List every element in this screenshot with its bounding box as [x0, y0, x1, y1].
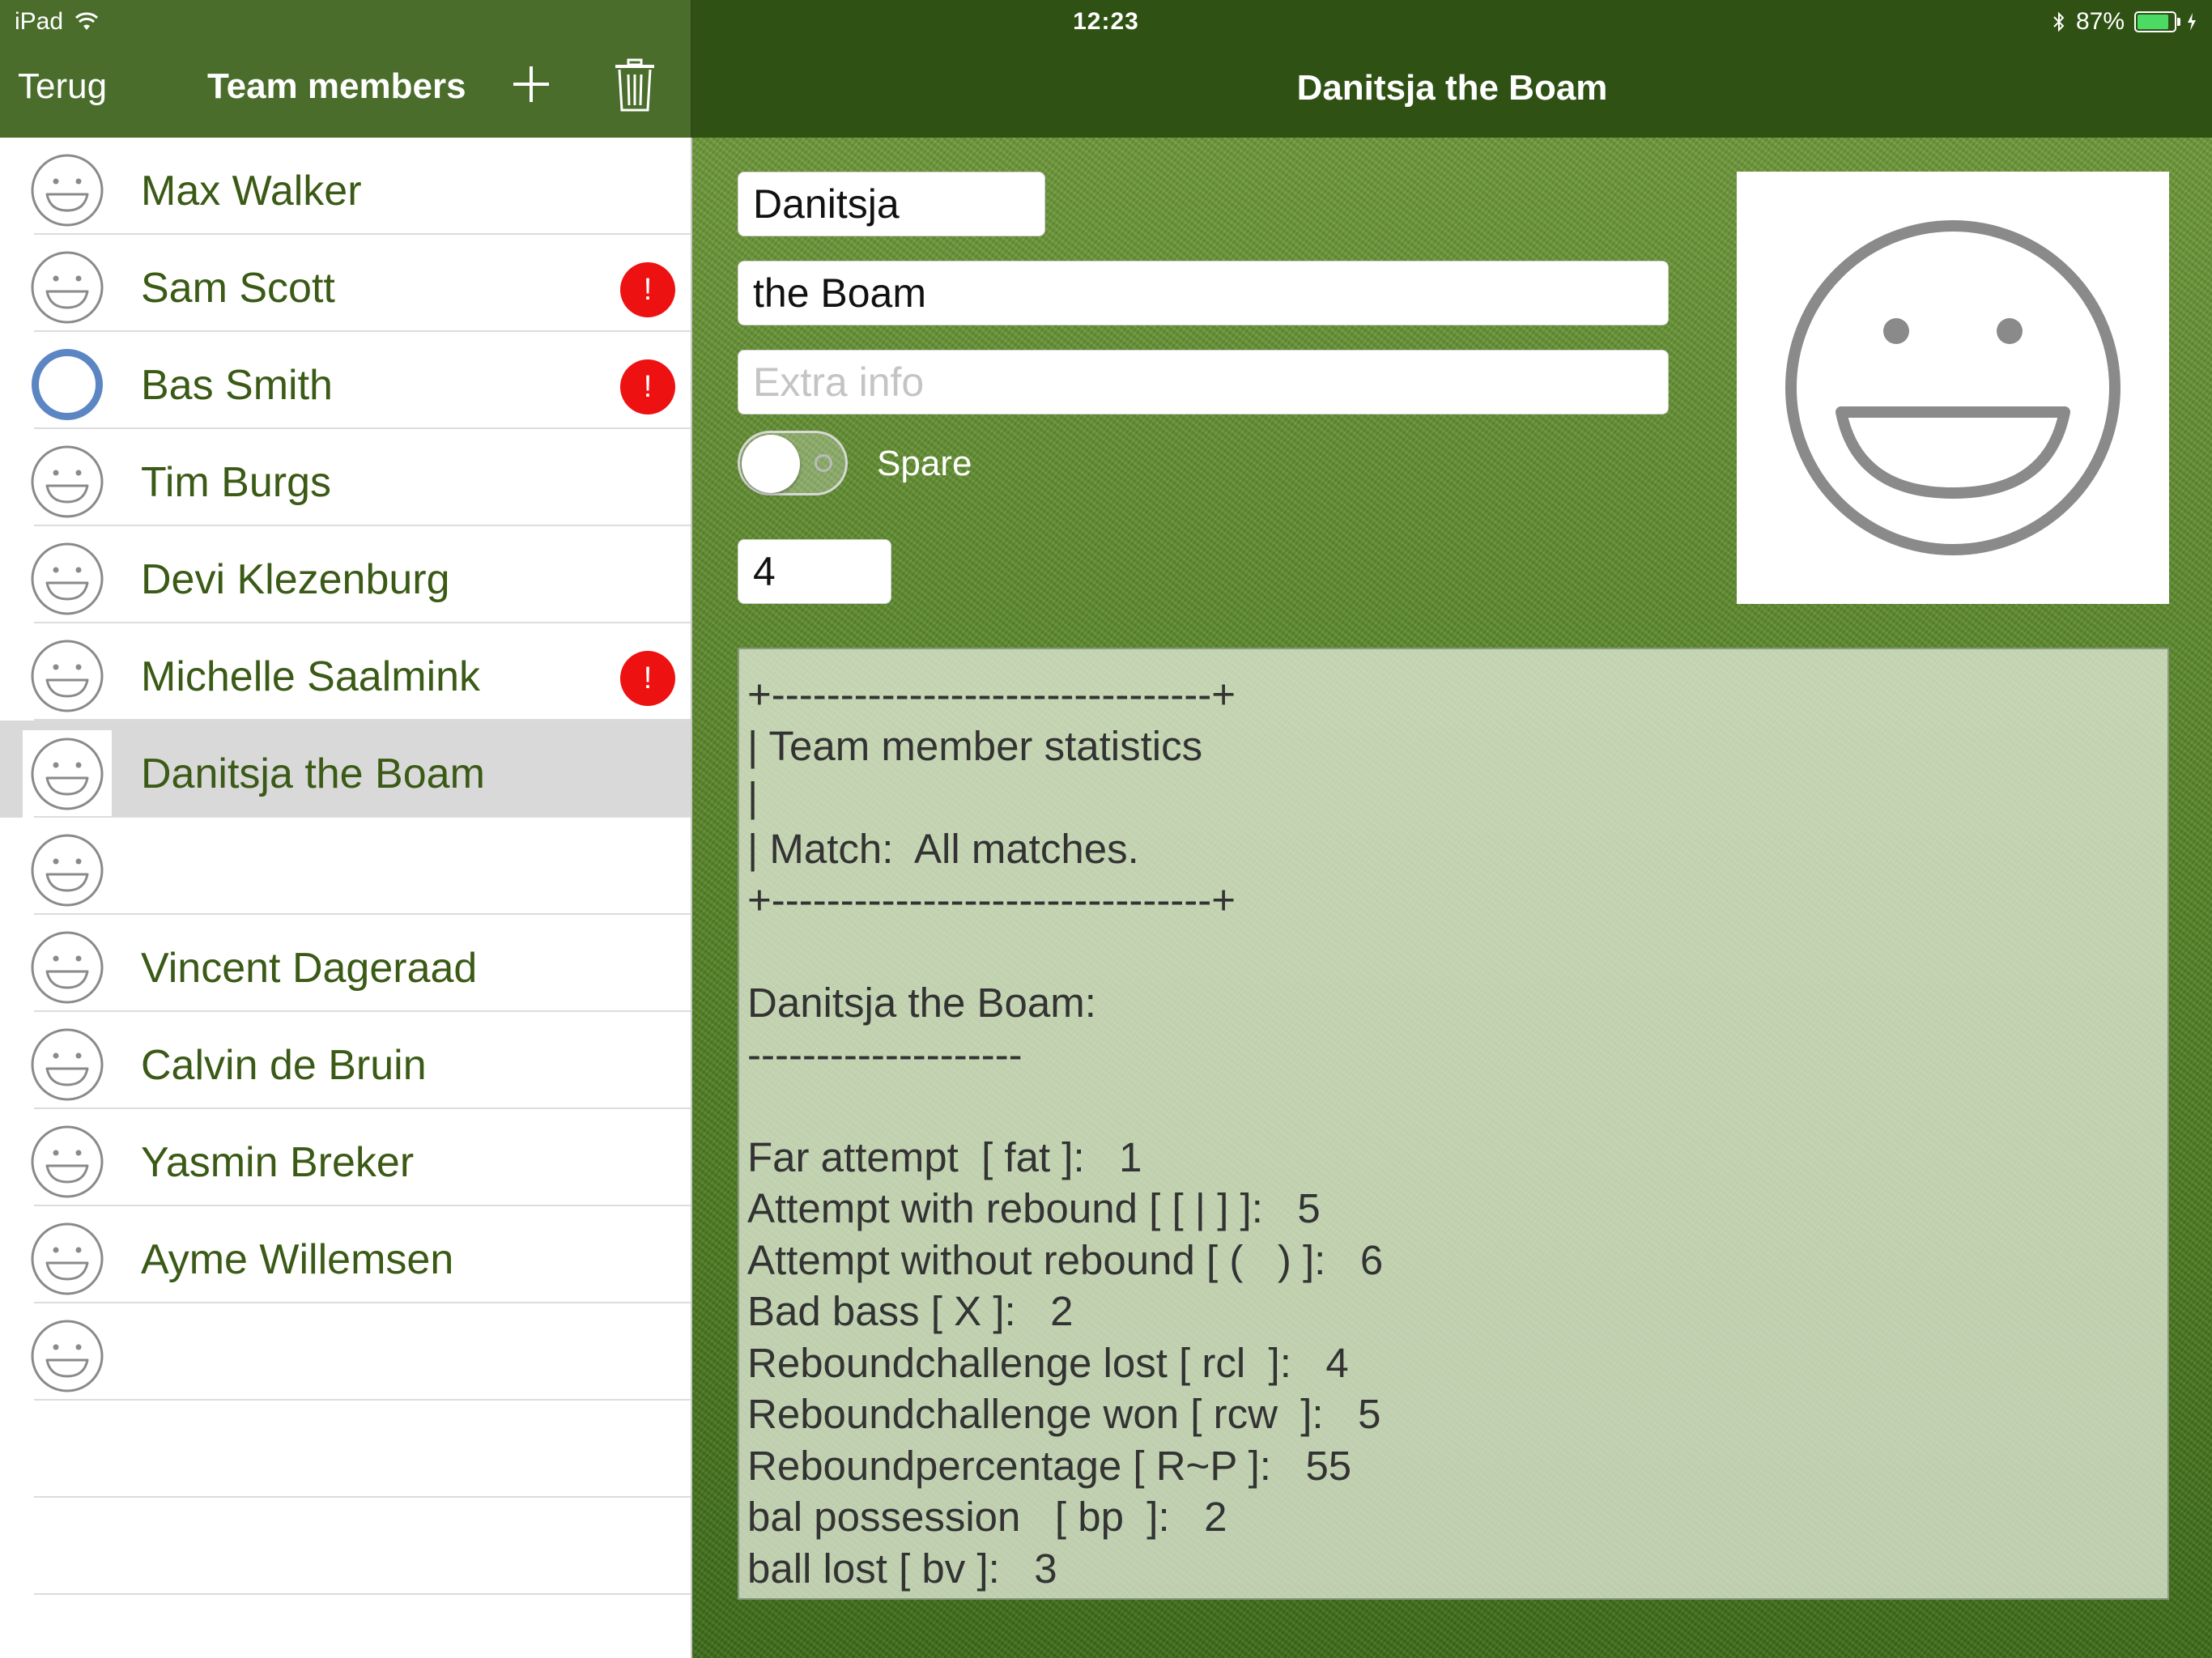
smiley-icon — [31, 1125, 104, 1198]
avatar — [29, 638, 105, 714]
smiley-icon — [31, 251, 104, 324]
stats-line: | — [747, 774, 759, 820]
smiley-icon — [31, 738, 104, 810]
list-item[interactable]: Sam Scott! — [0, 235, 691, 332]
list-item[interactable]: Vincent Dageraad — [0, 915, 691, 1012]
stats-line: Attempt without rebound [ ( ) ]: 6 — [747, 1236, 1384, 1283]
avatar — [29, 444, 105, 520]
avatar — [29, 249, 105, 325]
stats-line: -------------------- — [747, 1031, 1023, 1078]
smiley-icon — [31, 445, 104, 518]
stats-line: +--------------------------------+ — [747, 877, 1236, 923]
stats-line: | Match: All matches. — [747, 825, 1139, 872]
member-name: Bas Smith — [141, 362, 333, 409]
alert-badge: ! — [620, 262, 675, 317]
stats-line — [747, 931, 2159, 983]
list-item[interactable]: Danitsja the Boam — [0, 721, 691, 818]
list-item[interactable] — [0, 818, 691, 915]
stats-line: Reboundchallenge lost [ rcl ]: 4 — [747, 1339, 1349, 1386]
member-photo[interactable] — [1737, 172, 2169, 604]
stats-line: Far attempt [ fat ]: 1 — [747, 1133, 1142, 1180]
statistics-textview[interactable]: +--------------------------------+ | Team… — [738, 648, 2169, 1600]
bluetooth-icon — [2053, 11, 2065, 32]
smiley-icon — [31, 1028, 104, 1101]
smiley-icon — [31, 542, 104, 615]
member-name: Michelle Saalmink — [141, 653, 481, 700]
smiley-icon — [31, 1222, 104, 1295]
status-right: 87% — [2052, 8, 2197, 36]
member-name: Sam Scott — [141, 265, 335, 312]
member-name: Tim Burgs — [141, 459, 331, 506]
list-title: Team members — [207, 66, 466, 106]
member-name: Devi Klezenburg — [141, 556, 450, 603]
member-name: Yasmin Breker — [141, 1139, 415, 1186]
avatar — [29, 929, 105, 1005]
list-item[interactable]: Tim Burgs — [0, 429, 691, 526]
battery-percent: 87% — [2075, 8, 2125, 35]
list-item[interactable] — [0, 1303, 691, 1401]
spare-toggle[interactable] — [738, 431, 848, 495]
extra-info-field[interactable] — [738, 350, 1669, 414]
avatar — [29, 541, 105, 617]
avatar — [29, 832, 105, 908]
last-name-field[interactable] — [738, 261, 1669, 325]
stats-line: Reboundchallenge won [ rcw ]: 5 — [747, 1391, 1381, 1437]
list-item[interactable]: Michelle Saalmink! — [0, 623, 691, 721]
member-detail-panel: Spare +--------------------------------+… — [692, 138, 2212, 1658]
list-item[interactable]: Max Walker — [0, 138, 691, 235]
stats-line: Reboundpercentage [ R~P ]: 55 — [747, 1442, 1352, 1489]
avatar — [29, 1221, 105, 1297]
avatar — [29, 1027, 105, 1103]
battery-icon — [2134, 11, 2180, 32]
team-member-list[interactable]: Max Walker Sam Scott! Bas Smith! Tim Burgs D… — [0, 138, 692, 1658]
smiley-icon — [31, 640, 104, 712]
smiley-face-icon — [1785, 220, 2121, 555]
list-item[interactable]: Bas Smith! — [0, 332, 691, 429]
avatar — [23, 730, 112, 818]
member-name: Calvin de Bruin — [141, 1042, 427, 1089]
stats-line: ball lost [ bv ]: 3 — [747, 1545, 1057, 1592]
list-item[interactable]: Yasmin Breker — [0, 1109, 691, 1206]
member-name: Ayme Willemsen — [141, 1236, 454, 1283]
avatar — [29, 1318, 105, 1394]
list-item[interactable]: Calvin de Bruin — [0, 1012, 691, 1109]
avatar — [29, 1124, 105, 1200]
detail-title: Danitsja the Boam — [1296, 68, 1608, 108]
member-name: Vincent Dageraad — [141, 945, 478, 992]
stats-line: +--------------------------------+ — [747, 671, 1236, 717]
plus-icon[interactable] — [510, 63, 552, 105]
stats-line: Attempt with rebound [ [ | ] ]: 5 — [747, 1185, 1321, 1231]
charging-bolt-icon — [2188, 13, 2196, 31]
clock: 12:23 — [1073, 8, 1139, 35]
shirt-number-field[interactable] — [738, 539, 891, 604]
avatar — [29, 346, 105, 423]
smiley-icon — [31, 154, 104, 227]
smiley-icon — [31, 834, 104, 907]
list-item[interactable]: Devi Klezenburg — [0, 526, 691, 623]
first-name-field[interactable] — [738, 172, 1045, 236]
stats-line — [747, 1085, 2159, 1137]
stats-line: bal possession [ bp ]: 2 — [747, 1494, 1227, 1540]
spare-label: Spare — [877, 444, 972, 483]
stats-line: | Team member statistics — [747, 722, 1203, 769]
stats-line: Danitsja the Boam: — [747, 980, 1096, 1026]
row-separator — [34, 1593, 691, 1595]
toggle-off-indicator — [815, 454, 832, 472]
avatar — [29, 152, 105, 228]
smiley-icon — [31, 1320, 104, 1392]
empty-avatar-ring-icon — [32, 349, 103, 420]
status-bar: iPad 12:23 87% — [0, 0, 2212, 44]
member-name: Max Walker — [141, 168, 362, 215]
trash-icon[interactable] — [612, 58, 657, 113]
list-item[interactable] — [0, 1401, 691, 1498]
member-name: Danitsja the Boam — [141, 750, 485, 797]
back-button[interactable]: Terug — [18, 66, 107, 107]
list-item[interactable]: Ayme Willemsen — [0, 1206, 691, 1303]
list-item[interactable] — [0, 1498, 691, 1595]
toggle-knob — [742, 435, 800, 493]
smiley-icon — [31, 931, 104, 1004]
stats-line: Bad bass [ X ]: 2 — [747, 1288, 1074, 1334]
alert-badge: ! — [620, 359, 675, 414]
alert-badge: ! — [620, 651, 675, 706]
